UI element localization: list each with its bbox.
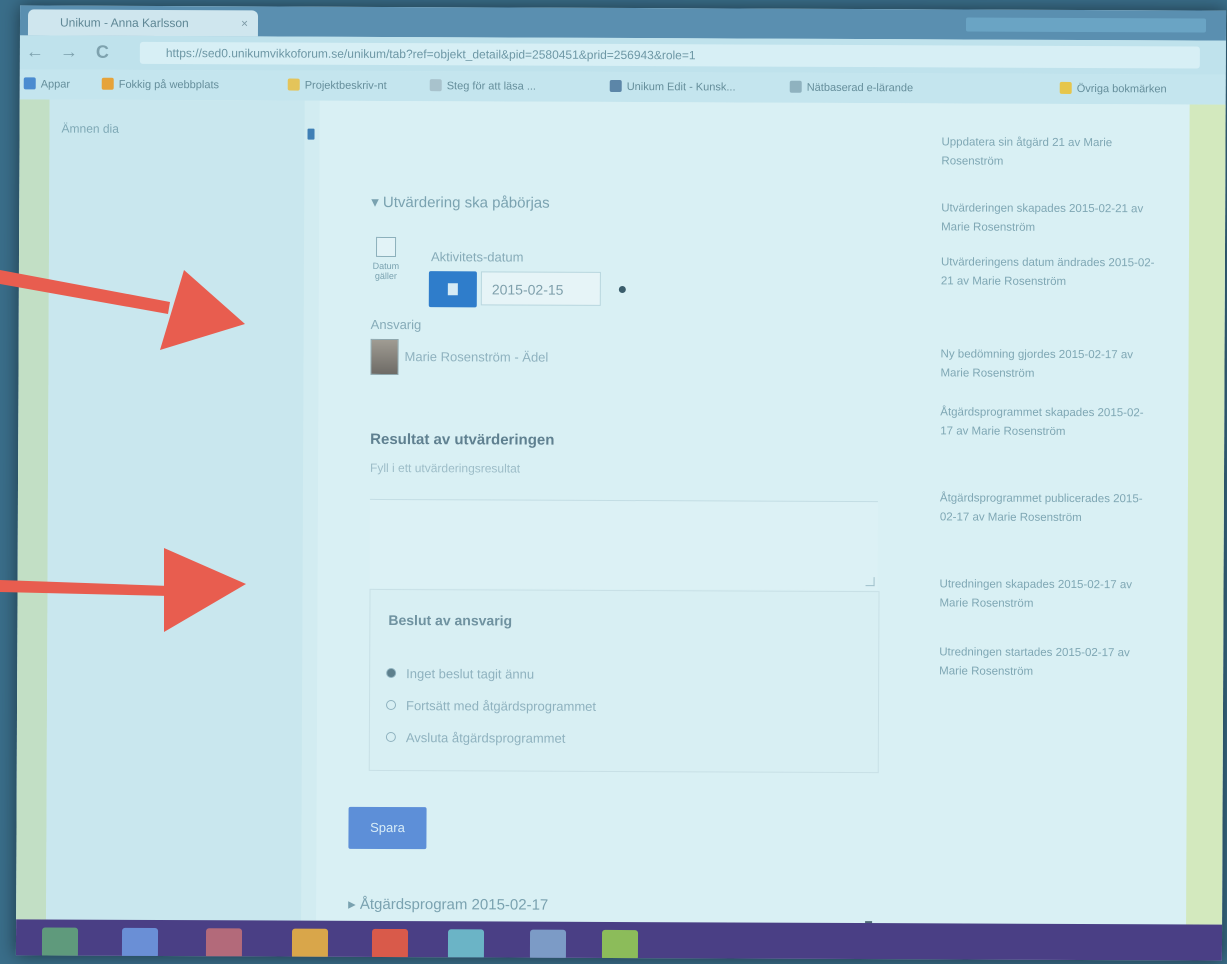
window-title-bar — [965, 17, 1207, 33]
forward-arrow-icon[interactable]: → — [60, 42, 78, 63]
result-hint: Fyll i ett utvärderingsresultat — [370, 460, 521, 476]
activity-item: Utvärderingen skapades 2015-02-21 av Mar… — [941, 202, 1144, 234]
calendar-icon: Datum gäller — [371, 236, 401, 299]
clear-date-icon[interactable] — [618, 285, 626, 294]
document-icon[interactable] — [529, 929, 567, 960]
file-explorer-icon[interactable] — [41, 927, 79, 958]
pin-icon[interactable] — [307, 128, 315, 140]
date-input[interactable]: 2015-02-15 — [480, 271, 601, 306]
date-picker-button[interactable] — [428, 271, 477, 308]
bookmark-label: Projektbeskriv-nt — [304, 79, 387, 92]
arrow-head — [164, 548, 246, 632]
arrow-head — [160, 270, 245, 350]
resize-handle-icon[interactable] — [865, 577, 875, 587]
monitor-screen: Unikum - Anna Karlsson × ← → C https://s… — [15, 5, 1227, 961]
annotation-arrow-upper — [0, 270, 245, 350]
avatar — [370, 338, 399, 376]
radio-label: Avsluta åtgärdsprogrammet — [405, 730, 566, 746]
bookmark-item[interactable]: Steg för att läsa ... — [429, 79, 537, 93]
date-icon-label: Datum gäller — [372, 260, 400, 282]
desktop-edge — [16, 99, 50, 920]
activity-item: Utredningen skapades 2015-02-17 av Marie… — [939, 578, 1133, 610]
radio-option-continue[interactable]: Fortsätt med åtgärdsprogrammet — [386, 698, 596, 714]
bookmark-favicon-icon — [609, 79, 622, 92]
address-bar[interactable]: https://sed0.unikumvikkoforum.se/unikum/… — [139, 41, 1200, 69]
browser-tab[interactable]: Unikum - Anna Karlsson × — [27, 9, 259, 37]
radio-option-close[interactable]: Avsluta åtgärdsprogrammet — [385, 730, 566, 746]
bookmark-favicon-icon — [1059, 81, 1072, 94]
activity-item: Uppdatera sin åtgärd 21 av Marie Rosenst… — [941, 136, 1113, 168]
chrome-icon[interactable] — [371, 928, 409, 960]
bookmark-favicon-icon — [287, 78, 300, 91]
decision-heading: Beslut av ansvarig — [388, 611, 513, 629]
activity-log: Uppdatera sin åtgärd 21 av Marie Rosenst… — [938, 103, 1172, 924]
radio-icon[interactable] — [386, 699, 397, 711]
bookmark-favicon-icon — [23, 77, 36, 90]
responsible-person-link[interactable]: Marie Rosenström - Ädel — [405, 349, 549, 365]
left-nav-item[interactable]: Ämnen dia — [62, 122, 119, 136]
program-toggle[interactable]: ▸ Åtgärdsprogram 2015-02-17 — [348, 895, 548, 914]
reload-icon[interactable]: C — [96, 42, 109, 63]
browser-tab-title: Unikum - Anna Karlsson — [59, 15, 189, 31]
decision-fieldset: Beslut av ansvarig Inget beslut tagit än… — [368, 588, 880, 774]
annotation-arrow-lower — [0, 548, 246, 632]
radio-icon[interactable] — [385, 731, 396, 743]
bookmark-item[interactable]: Appar — [23, 77, 71, 91]
back-arrow-icon[interactable]: ← — [26, 41, 44, 62]
bookmark-label: Nätbaserad e-lärande — [806, 81, 914, 95]
activity-item: Utvärderingens datum ändrades 2015-02-21… — [940, 256, 1155, 288]
bookmark-item[interactable]: Unikum Edit - Kunsk... — [609, 79, 736, 94]
section-toggle[interactable]: ▾ Utvärdering ska påbörjas — [371, 193, 550, 212]
activity-item: Ny bedömning gjordes 2015-02-17 av Marie… — [940, 348, 1134, 380]
bookmark-favicon-icon — [789, 80, 802, 93]
bookmark-item[interactable]: Fokkig på webbplats — [101, 77, 220, 92]
bookmark-favicon-icon — [101, 77, 114, 90]
photos-icon[interactable] — [447, 929, 485, 960]
result-textarea[interactable] — [369, 498, 878, 591]
responsible-label: Ansvarig — [370, 316, 422, 333]
internet-explorer-icon[interactable] — [121, 927, 159, 958]
close-icon[interactable]: × — [241, 10, 248, 36]
bookmark-item[interactable]: Övriga bokmärken — [1059, 81, 1167, 96]
bookmark-label: Unikum Edit - Kunsk... — [626, 81, 736, 94]
page-body: Ämnen dia ▾ Utvärdering ska påbörjas Dat… — [16, 99, 1226, 931]
evaluation-card: ▾ Utvärdering ska påbörjas Datum gäller … — [327, 121, 910, 931]
browser-toolbar: ← → C https://sed0.unikumvikkoforum.se/u… — [19, 35, 1226, 75]
bookmark-label: Appar — [40, 78, 71, 91]
date-label: Aktivitets-datum — [430, 249, 524, 265]
bookmark-item[interactable]: Nätbaserad e-lärande — [789, 80, 914, 95]
arrow-shaft — [0, 270, 170, 314]
arrow-shaft — [0, 580, 170, 596]
window-icon[interactable] — [205, 928, 243, 959]
folder-icon[interactable] — [291, 928, 329, 959]
result-heading: Resultat av utvärderingen — [370, 430, 555, 449]
bookmark-label: Fokkig på webbplats — [118, 78, 220, 92]
game-icon[interactable] — [601, 929, 639, 961]
taskbar — [15, 919, 1223, 961]
bookmark-label: Övriga bokmärken — [1076, 82, 1167, 96]
save-button[interactable]: Spara — [348, 806, 427, 850]
bookmark-item[interactable]: Projektbeskriv-nt — [287, 78, 387, 92]
radio-label: Inget beslut tagit ännu — [406, 666, 535, 682]
activity-item: Utredningen startades 2015-02-17 av Mari… — [939, 646, 1130, 678]
radio-label: Fortsätt med åtgärdsprogrammet — [405, 698, 597, 714]
bookmark-favicon-icon — [429, 79, 442, 92]
radio-selected-icon[interactable] — [386, 667, 397, 679]
bookmark-label: Steg för att läsa ... — [446, 80, 537, 93]
activity-item: Åtgärdsprogrammet skapades 2015-02-17 av… — [940, 406, 1144, 438]
desktop-edge — [1186, 104, 1226, 925]
activity-item: Åtgärdsprogrammet publicerades 2015-02-1… — [939, 492, 1143, 525]
main-content: ▾ Utvärdering ska påbörjas Datum gäller … — [316, 100, 1190, 931]
radio-option-no-decision[interactable]: Inget beslut tagit ännu — [386, 666, 534, 682]
left-navigation: Ämnen dia — [46, 99, 315, 921]
